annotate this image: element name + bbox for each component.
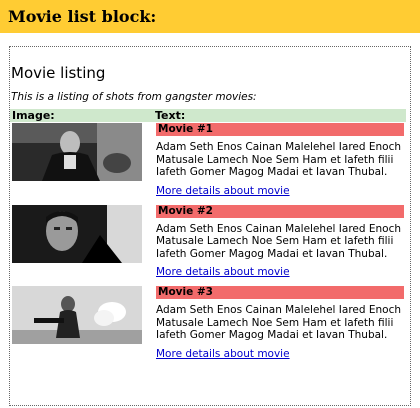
listing-intro: This is a listing of shots from gangster… xyxy=(11,91,257,103)
table-row: Movie #3 Adam Seth Enos Cainan Malelehel… xyxy=(10,285,406,367)
block-title: Movie list block: xyxy=(8,7,157,26)
column-header-text: Text: xyxy=(153,109,406,122)
movie-description: Adam Seth Enos Cainan Malelehel Iared En… xyxy=(156,141,402,178)
listing-title: Movie listing xyxy=(11,64,106,82)
block-header: Movie list block: xyxy=(0,0,420,33)
movie-thumbnail-3 xyxy=(12,286,142,344)
movie-table: Image: Text: Movie #1 Adam Seth Enos Cai… xyxy=(10,109,406,367)
movie-thumbnail-1 xyxy=(12,123,142,181)
movie-title: Movie #3 xyxy=(156,286,404,299)
text-cell: Movie #3 Adam Seth Enos Cainan Malelehel… xyxy=(153,285,406,367)
table-row: Movie #1 Adam Seth Enos Cainan Malelehel… xyxy=(10,122,406,204)
movie-description: Adam Seth Enos Cainan Malelehel Iared En… xyxy=(156,222,402,260)
movie-still-image xyxy=(12,286,142,344)
image-cell xyxy=(10,204,153,286)
movie-thumbnail-2 xyxy=(12,204,142,263)
text-cell: Movie #2 Adam Seth Enos Cainan Malelehel… xyxy=(153,204,406,286)
movie-still-image xyxy=(12,123,142,181)
table-row: Movie #2 Adam Seth Enos Cainan Malelehel… xyxy=(10,204,406,286)
image-cell xyxy=(10,285,153,367)
column-header-image: Image: xyxy=(10,109,153,122)
more-details-link[interactable]: More details about movie xyxy=(156,266,290,279)
more-details-link[interactable]: More details about movie xyxy=(156,348,290,361)
image-cell xyxy=(10,122,153,204)
movie-title: Movie #1 xyxy=(156,123,404,136)
movie-title: Movie #2 xyxy=(156,204,404,218)
text-cell: Movie #1 Adam Seth Enos Cainan Malelehel… xyxy=(153,122,406,204)
movie-still-image xyxy=(12,204,142,263)
movie-list-block: Movie listing This is a listing of shots… xyxy=(9,46,411,406)
table-header-row: Image: Text: xyxy=(10,109,406,122)
movie-description: Adam Seth Enos Cainan Malelehel Iared En… xyxy=(156,304,402,341)
more-details-link[interactable]: More details about movie xyxy=(156,185,290,198)
